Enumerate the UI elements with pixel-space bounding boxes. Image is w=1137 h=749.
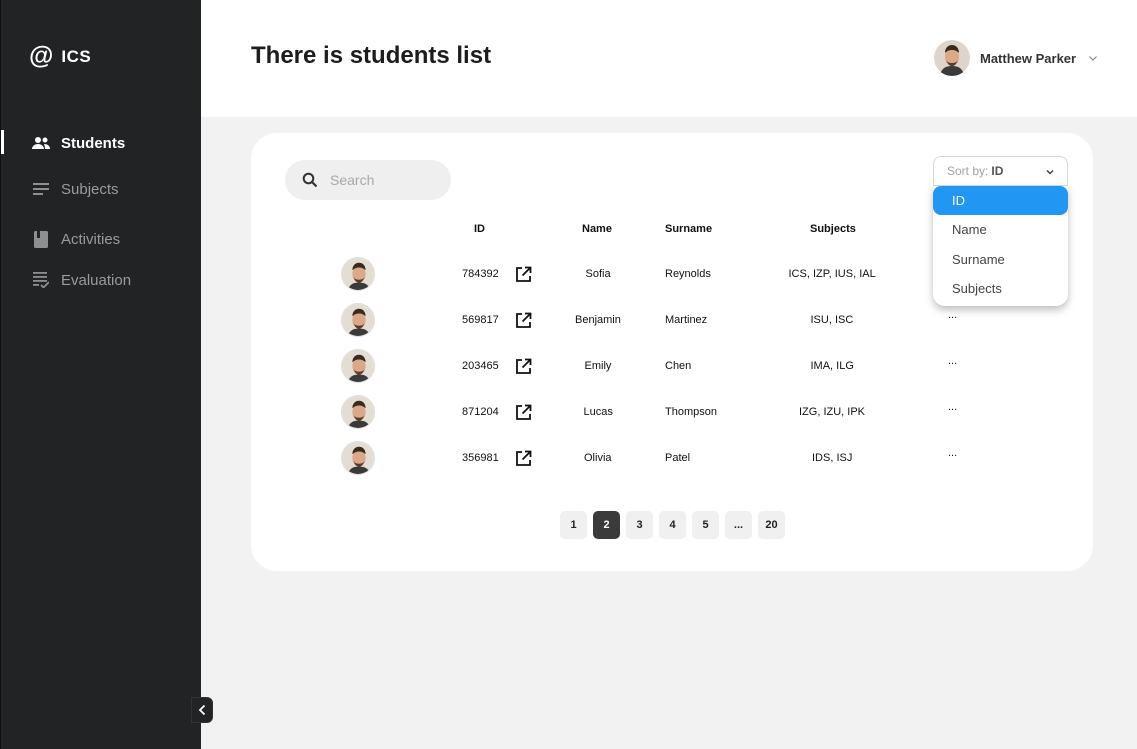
cell-id: 203465 (462, 360, 499, 372)
cell-subjects: ICS, IZP, IUS, IAL (788, 268, 876, 280)
active-indicator (1, 130, 4, 154)
cell-surname: Chen (665, 360, 692, 372)
cell-subjects: IMA, ILG (810, 360, 854, 372)
column-header-name[interactable]: Name (582, 223, 612, 235)
sidebar-item-activities[interactable]: Activities (1, 224, 201, 254)
avatar (934, 40, 970, 76)
search-icon (302, 172, 318, 188)
sidebar-item-label: Subjects (61, 180, 119, 198)
table-row[interactable]: 569817 Benjamin Martinez ISU, ISC... (251, 301, 1093, 341)
sort-option[interactable]: Subjects (933, 274, 1068, 303)
open-external-icon[interactable] (515, 312, 532, 329)
logo-text: ICS (61, 46, 92, 66)
cell-name: Benjamin (575, 314, 621, 326)
table-row[interactable]: 356981 Olivia Patel IDS, ISJ... (251, 439, 1093, 479)
cell-subjects: IZG, IZU, IPK (799, 406, 866, 418)
people-icon (32, 134, 50, 152)
sidebar-item-label: Activities (61, 230, 121, 248)
avatar (341, 303, 375, 337)
app-logo[interactable]: @ ICS (29, 44, 91, 69)
page-button[interactable]: 4 (659, 511, 686, 539)
cell-surname: Martinez (665, 314, 708, 326)
page-title: There is students list (251, 42, 492, 69)
sort-value: ID (991, 164, 1004, 178)
sidebar-item-evaluation[interactable]: Evaluation (1, 265, 201, 295)
page-button[interactable]: 1 (560, 511, 587, 539)
sidebar-item-subjects[interactable]: Subjects (1, 174, 201, 204)
column-header-surname[interactable]: Surname (665, 223, 712, 235)
table-row[interactable]: 203465 Emily Chen IMA, ILG... (251, 347, 1093, 387)
cell-name: Lucas (583, 406, 613, 418)
lines-icon (32, 180, 50, 198)
open-external-icon[interactable] (515, 266, 532, 283)
sort-dropdown[interactable]: Sort by: ID (933, 156, 1068, 186)
chevron-down-icon (1089, 56, 1098, 61)
cell-id: 784392 (462, 268, 499, 280)
avatar (341, 349, 375, 383)
cell-name: Emily (584, 360, 612, 372)
search-input[interactable] (330, 172, 440, 188)
column-header-id[interactable]: ID (474, 223, 485, 235)
cell-surname: Patel (665, 452, 691, 464)
logo-at-icon: @ (29, 42, 54, 70)
open-external-icon[interactable] (515, 450, 532, 467)
search-box[interactable] (285, 160, 451, 200)
more-actions-button[interactable]: ... (948, 355, 957, 367)
cell-surname: Reynolds (665, 268, 711, 280)
checklist-icon (32, 271, 50, 289)
sort-options-menu: ID Name Surname Subjects (933, 186, 1068, 306)
cell-surname: Thompson (665, 406, 717, 418)
avatar (341, 395, 375, 429)
page-button[interactable]: ... (725, 511, 752, 539)
more-actions-button[interactable]: ... (948, 447, 957, 459)
page-button[interactable]: 5 (692, 511, 719, 539)
user-menu[interactable]: Matthew Parker (934, 40, 1098, 76)
column-header-subjects[interactable]: Subjects (810, 223, 856, 235)
cell-subjects: ISU, ISC (810, 314, 854, 326)
cell-id: 569817 (462, 314, 499, 326)
page-button[interactable]: 2 (593, 511, 620, 539)
avatar (341, 257, 375, 291)
page-button[interactable]: 20 (758, 511, 785, 539)
sort-label: Sort by: (947, 164, 989, 178)
sidebar-item-students[interactable]: Students (1, 128, 201, 158)
more-actions-button[interactable]: ... (948, 309, 957, 321)
page-button[interactable]: 3 (626, 511, 653, 539)
cell-name: Sofia (585, 268, 611, 280)
open-external-icon[interactable] (515, 404, 532, 421)
pagination: 1 2 3 4 5... 20 (560, 511, 785, 539)
cell-id: 871204 (462, 406, 499, 418)
avatar (341, 441, 375, 475)
sidebar-item-label: Students (61, 134, 126, 152)
chevron-down-icon (1046, 169, 1054, 175)
sidebar-item-label: Evaluation (61, 271, 132, 289)
sidebar: @ ICS Students Subjects Activities Evalu… (0, 0, 213, 749)
header: There is students list Matthew Parker (201, 0, 1137, 117)
cell-name: Olivia (584, 452, 612, 464)
sort-option[interactable]: Name (933, 215, 1068, 244)
sort-option[interactable]: Surname (933, 245, 1068, 274)
sidebar-collapse-button[interactable] (191, 697, 213, 723)
book-icon (32, 230, 50, 248)
chevron-left-icon (198, 704, 206, 716)
more-actions-button[interactable]: ... (948, 401, 957, 413)
open-external-icon[interactable] (515, 358, 532, 375)
user-name: Matthew Parker (980, 50, 1077, 66)
table-row[interactable]: 871204 Lucas Thompson IZG, IZU, IPK... (251, 393, 1093, 433)
cell-id: 356981 (462, 452, 499, 464)
sort-option[interactable]: ID (933, 186, 1068, 215)
cell-subjects: IDS, ISJ (812, 452, 853, 464)
